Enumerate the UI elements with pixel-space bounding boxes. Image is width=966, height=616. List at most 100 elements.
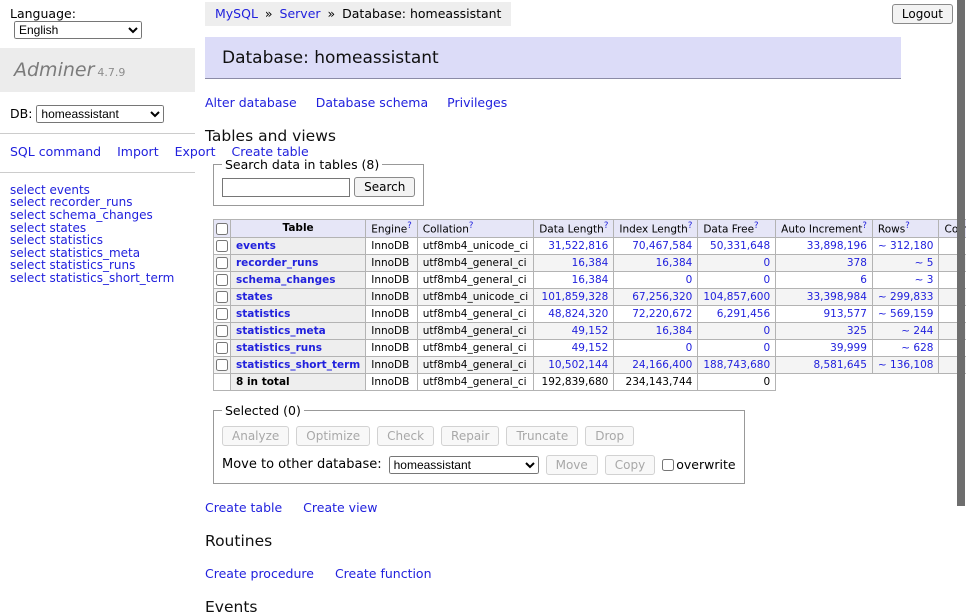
help-link[interactable]: ? <box>862 221 867 231</box>
data-length-link[interactable]: 10,502,144 <box>548 359 608 371</box>
auto-increment-link[interactable]: 325 <box>847 325 867 337</box>
rows-count-link[interactable]: ~ 244 <box>901 325 933 337</box>
language-select[interactable]: English <box>14 21 142 39</box>
auto-increment-link[interactable]: 33,898,196 <box>807 240 867 252</box>
repair-button[interactable]: Repair <box>441 426 499 446</box>
table-name-link[interactable]: events <box>236 240 276 252</box>
table-header-row: TableEngine?Collation?Data Length?Index … <box>214 220 966 238</box>
index-length-link[interactable]: 16,384 <box>656 325 693 337</box>
select-all-checkbox[interactable] <box>216 223 228 235</box>
rows-count-link[interactable]: ~ 5 <box>915 257 934 269</box>
sidebar-select-statistics[interactable]: select statistics <box>10 234 195 247</box>
move-database-select[interactable]: homeassistant <box>389 456 539 474</box>
index-length-link[interactable]: 0 <box>686 274 693 286</box>
sidebar-action-import[interactable]: Import <box>117 144 159 159</box>
vertical-scrollbar[interactable] <box>957 0 965 506</box>
truncate-button[interactable]: Truncate <box>506 426 578 446</box>
table-name-link[interactable]: statistics_meta <box>236 325 326 337</box>
rows-count-link[interactable]: ~ 299,833 <box>878 291 934 303</box>
row-checkbox[interactable] <box>216 291 228 303</box>
table-name-cell: statistics <box>231 305 366 322</box>
total-index-length-cell: 234,143,744 <box>614 373 698 390</box>
optimize-button[interactable]: Optimize <box>296 426 370 446</box>
move-button[interactable]: Move <box>546 455 598 475</box>
data-free-link[interactable]: 0 <box>763 257 770 269</box>
index-length-link[interactable]: 67,256,320 <box>632 291 692 303</box>
table-name-link[interactable]: schema_changes <box>236 274 336 286</box>
privileges-link[interactable]: Privileges <box>447 95 507 110</box>
rows-count-link[interactable]: ~ 136,108 <box>878 359 934 371</box>
auto-increment-link[interactable]: 913,577 <box>824 308 867 320</box>
data-length-link[interactable]: 16,384 <box>572 257 609 269</box>
auto-increment-link[interactable]: 8,581,645 <box>813 359 866 371</box>
index-length-link[interactable]: 70,467,584 <box>632 240 692 252</box>
index-length-cell: 67,256,320 <box>614 288 698 305</box>
create-view-link[interactable]: Create view <box>303 500 377 515</box>
data-free-link[interactable]: 50,331,648 <box>710 240 770 252</box>
auto-increment-link[interactable]: 39,999 <box>830 342 867 354</box>
help-link[interactable]: ? <box>407 221 412 231</box>
sidebar-action-sql-command[interactable]: SQL command <box>10 144 101 159</box>
rows-count-link[interactable]: ~ 628 <box>901 342 933 354</box>
data-free-link[interactable]: 6,291,456 <box>717 308 770 320</box>
alter-database-link[interactable]: Alter database <box>205 95 297 110</box>
sidebar-select-statistics_short_term[interactable]: select statistics_short_term <box>10 272 195 285</box>
check-button[interactable]: Check <box>377 426 434 446</box>
create-function-link[interactable]: Create function <box>335 566 432 581</box>
auto-increment-link[interactable]: 378 <box>847 257 867 269</box>
data-length-link[interactable]: 101,859,328 <box>542 291 609 303</box>
index-length-link[interactable]: 16,384 <box>656 257 693 269</box>
total-checkbox-cell <box>214 373 231 390</box>
row-checkbox[interactable] <box>216 274 228 286</box>
table-name-link[interactable]: states <box>236 291 273 303</box>
help-link[interactable]: ? <box>688 221 693 231</box>
row-checkbox[interactable] <box>216 240 228 252</box>
index-length-link[interactable]: 24,166,400 <box>632 359 692 371</box>
auto-increment-link[interactable]: 6 <box>860 274 867 286</box>
data-length-link[interactable]: 16,384 <box>572 274 609 286</box>
rows-count-link[interactable]: ~ 3 <box>915 274 934 286</box>
data-free-link[interactable]: 188,743,680 <box>703 359 770 371</box>
data-free-link[interactable]: 104,857,600 <box>703 291 770 303</box>
row-checkbox[interactable] <box>216 342 228 354</box>
logout-button[interactable]: Logout <box>892 4 953 24</box>
database-schema-link[interactable]: Database schema <box>316 95 428 110</box>
data-length-link[interactable]: 49,152 <box>572 325 609 337</box>
app-logo[interactable]: Adminer <box>14 59 94 81</box>
create-procedure-link[interactable]: Create procedure <box>205 566 314 581</box>
drop-button[interactable]: Drop <box>585 426 634 446</box>
row-checkbox[interactable] <box>216 325 228 337</box>
table-name-link[interactable]: statistics_runs <box>236 342 322 354</box>
data-free-link[interactable]: 0 <box>763 342 770 354</box>
index-length-link[interactable]: 72,220,672 <box>632 308 692 320</box>
row-checkbox[interactable] <box>216 359 228 371</box>
data-length-link[interactable]: 31,522,816 <box>548 240 608 252</box>
create-table-link[interactable]: Create table <box>205 500 282 515</box>
search-input[interactable] <box>222 178 350 197</box>
row-checkbox[interactable] <box>216 257 228 269</box>
rows-count-link[interactable]: ~ 569,159 <box>878 308 934 320</box>
rows-count-link[interactable]: ~ 312,180 <box>878 240 934 252</box>
sidebar-select-schema_changes[interactable]: select schema_changes <box>10 209 195 222</box>
data-free-link[interactable]: 0 <box>763 274 770 286</box>
data-free-link[interactable]: 0 <box>763 325 770 337</box>
table-name-link[interactable]: statistics <box>236 308 290 320</box>
breadcrumb-item[interactable]: Server <box>280 6 321 21</box>
analyze-button[interactable]: Analyze <box>222 426 289 446</box>
table-name-link[interactable]: recorder_runs <box>236 257 318 269</box>
breadcrumb-item[interactable]: MySQL <box>215 6 258 21</box>
index-length-link[interactable]: 0 <box>686 342 693 354</box>
table-name-link[interactable]: statistics_short_term <box>236 359 360 371</box>
data-length-link[interactable]: 48,824,320 <box>548 308 608 320</box>
row-checkbox[interactable] <box>216 308 228 320</box>
auto-increment-link[interactable]: 33,398,984 <box>807 291 867 303</box>
help-link[interactable]: ? <box>469 221 474 231</box>
help-link[interactable]: ? <box>905 221 910 231</box>
search-button[interactable]: Search <box>354 177 415 197</box>
data-length-link[interactable]: 49,152 <box>572 342 609 354</box>
help-link[interactable]: ? <box>754 221 759 231</box>
overwrite-checkbox[interactable] <box>662 459 674 471</box>
db-select[interactable]: homeassistant <box>36 105 164 123</box>
help-link[interactable]: ? <box>604 221 609 231</box>
copy-button[interactable]: Copy <box>605 455 655 475</box>
